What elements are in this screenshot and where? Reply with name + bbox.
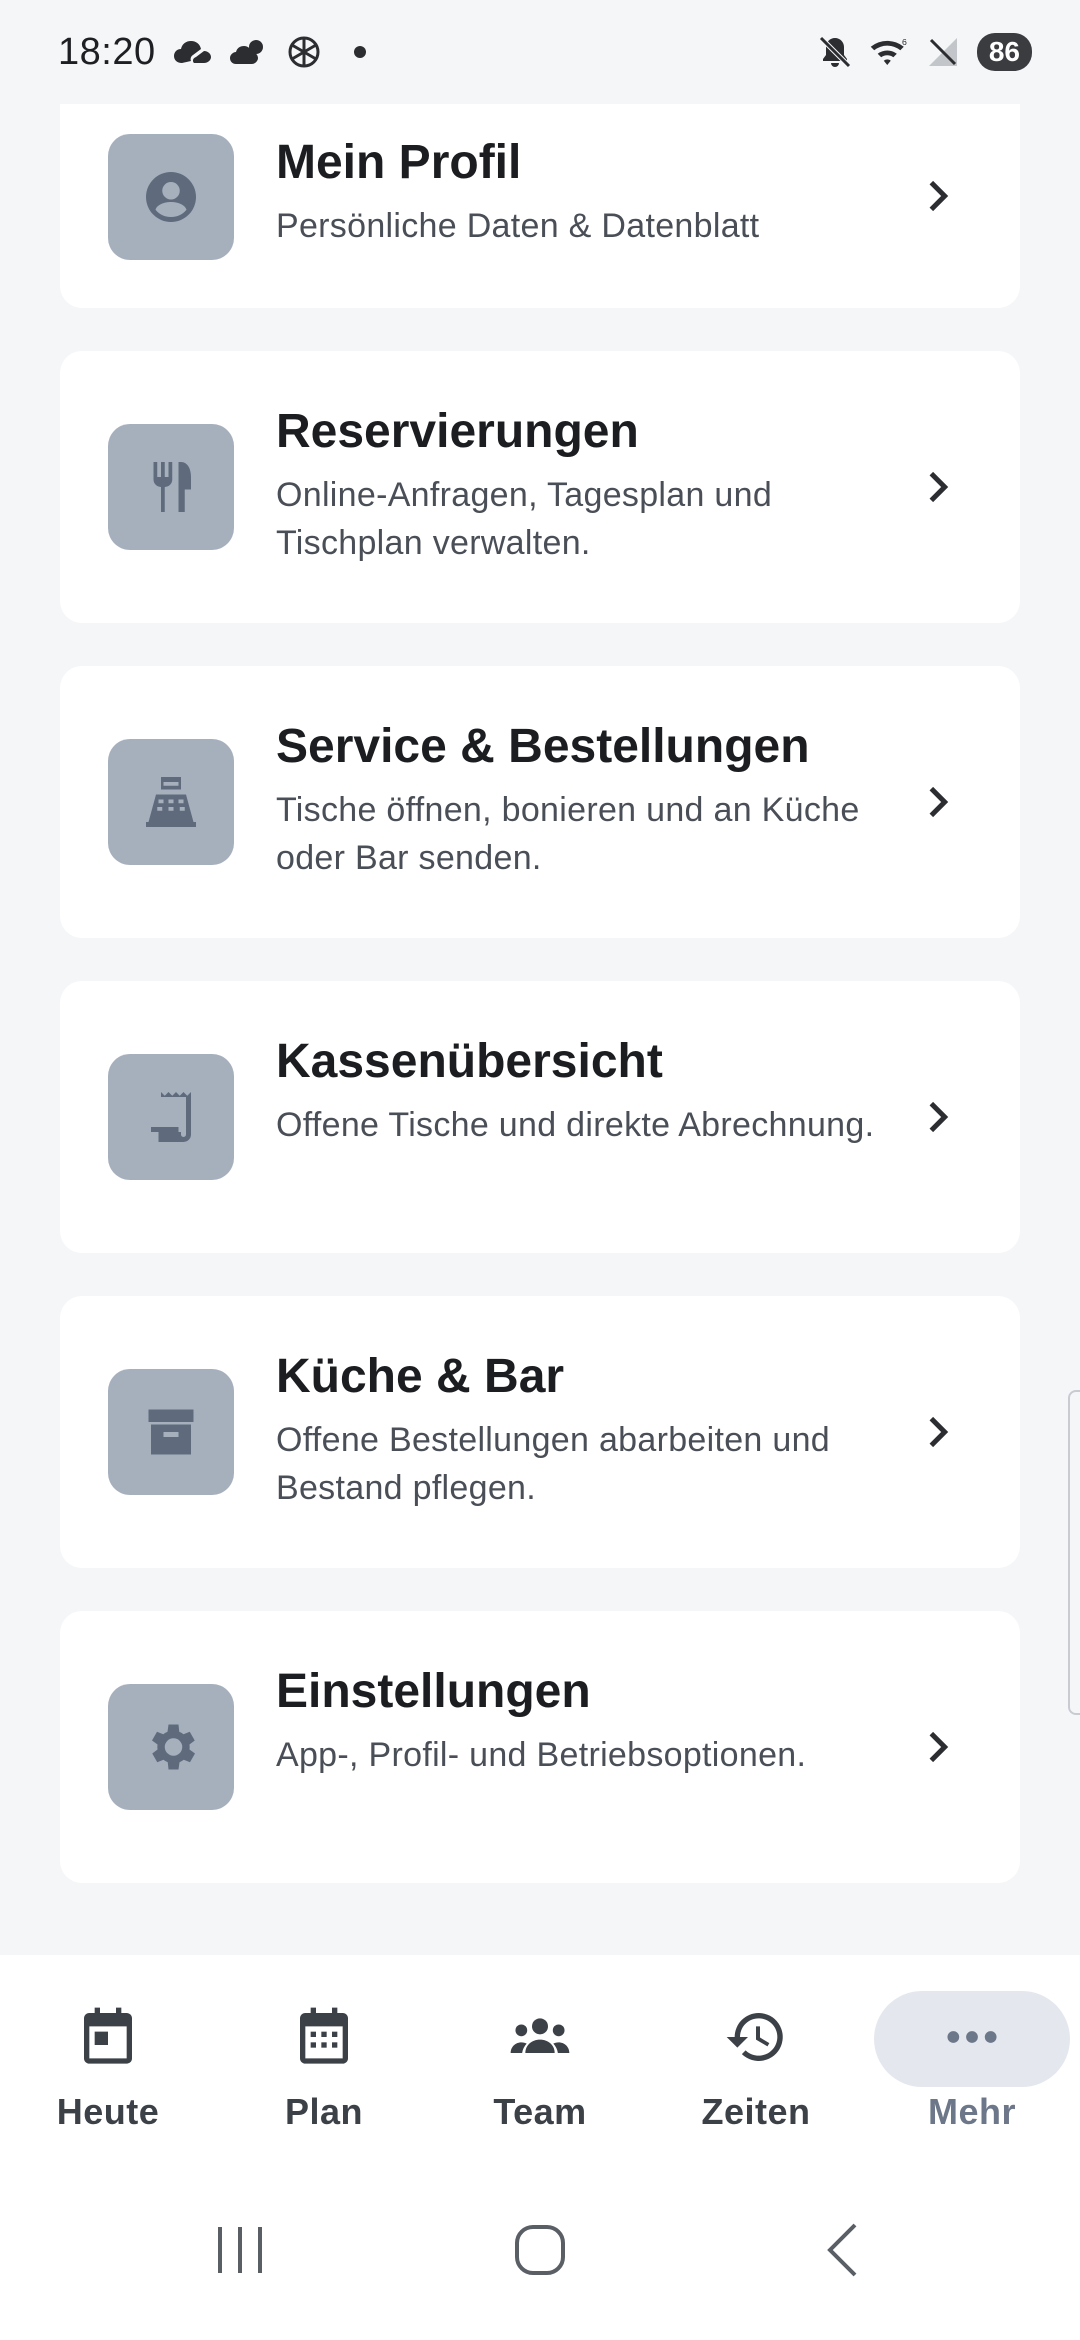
card-text: Mein Profil Persönliche Daten & Datenbla… <box>276 134 880 250</box>
menu-card-kitchen[interactable]: Küche & Bar Offene Bestellungen abarbeit… <box>60 1296 1020 1568</box>
register-icon <box>108 739 234 865</box>
nav-item-plan[interactable]: Plan <box>216 1955 432 2165</box>
status-left: 18:20 <box>58 31 366 74</box>
nav-item-mehr[interactable]: Mehr <box>864 1955 1080 2165</box>
nav-item-zeiten[interactable]: Zeiten <box>648 1955 864 2165</box>
system-navigation-bar <box>0 2165 1080 2340</box>
card-subtitle: App-, Profil- und Betriebsoptionen. <box>276 1736 807 1774</box>
menu-card-cashier[interactable]: Kassenübersicht Offene Tische und direkt… <box>60 981 1020 1253</box>
nav-label: Mehr <box>927 2091 1016 2132</box>
openai-icon <box>284 32 324 72</box>
status-bar: 18:20 6 86 <box>0 0 1080 104</box>
cloud-icon <box>172 32 212 72</box>
card-text: Reservierungen Online-Anfragen, Tagespla… <box>276 403 880 567</box>
card-title: Reservierungen <box>276 405 639 458</box>
home-icon[interactable] <box>505 2215 575 2285</box>
chevron-right-icon <box>929 180 949 212</box>
menu-card-service[interactable]: Service & Bestellungen Tische öffnen, bo… <box>60 666 1020 938</box>
card-subtitle: Offene Bestellungen abarbeiten und Besta… <box>276 1421 831 1507</box>
bottom-navigation: Heute Plan Team Zeiten Mehr <box>0 1955 1080 2165</box>
svg-text:6: 6 <box>902 37 907 47</box>
status-right: 6 86 <box>815 32 1032 72</box>
battery-indicator: 86 <box>976 33 1032 71</box>
dot-icon <box>353 46 366 58</box>
nav-label: Zeiten <box>701 2091 811 2132</box>
card-text: Einstellungen App-, Profil- und Betriebs… <box>276 1663 880 1779</box>
scrollbar[interactable] <box>1068 1390 1080 1715</box>
nav-item-team[interactable]: Team <box>432 1955 648 2165</box>
nav-label: Team <box>493 2091 587 2132</box>
calendar-month-icon <box>300 2007 348 2064</box>
card-title: Mein Profil <box>276 136 522 189</box>
nav-label: Plan <box>284 2091 364 2132</box>
archive-icon <box>108 1369 234 1495</box>
person-icon <box>108 134 234 260</box>
nav-item-heute[interactable]: Heute <box>0 1955 216 2165</box>
chevron-right-icon <box>929 786 949 818</box>
card-title: Service & Bestellungen <box>276 720 810 773</box>
card-subtitle: Tische öffnen, bonieren und an Küche ode… <box>276 791 860 877</box>
recent-apps-icon[interactable] <box>205 2215 275 2285</box>
calendar-today-icon <box>84 2007 132 2064</box>
group-icon <box>510 2018 570 2053</box>
menu-card-reservations[interactable]: Reservierungen Online-Anfragen, Tagespla… <box>60 351 1020 623</box>
chevron-right-icon <box>929 1101 949 1133</box>
chevron-right-icon <box>929 1731 949 1763</box>
card-subtitle: Persönliche Daten & Datenblatt <box>276 207 760 245</box>
gear-icon <box>108 1684 234 1810</box>
card-text: Küche & Bar Offene Bestellungen abarbeit… <box>276 1348 880 1512</box>
history-icon <box>726 2012 783 2061</box>
restaurant-icon <box>108 424 234 550</box>
receipt-icon <box>108 1054 234 1180</box>
weather-icon <box>228 32 268 72</box>
card-text: Kassenübersicht Offene Tische und direkt… <box>276 1033 880 1149</box>
more-horizontal-icon <box>947 2031 997 2043</box>
mute-icon <box>815 32 855 72</box>
chevron-right-icon <box>929 1416 949 1448</box>
menu-card-settings[interactable]: Einstellungen App-, Profil- und Betriebs… <box>60 1611 1020 1883</box>
card-subtitle: Offene Tische und direkte Abrechnung. <box>276 1106 875 1144</box>
card-subtitle: Online-Anfragen, Tagesplan und Tischplan… <box>276 476 773 562</box>
card-title: Küche & Bar <box>276 1350 565 1403</box>
card-title: Einstellungen <box>276 1665 591 1718</box>
card-title: Kassenübersicht <box>276 1035 663 1088</box>
back-icon[interactable] <box>810 2215 880 2285</box>
wifi-icon: 6 <box>869 32 909 72</box>
menu-card-profile[interactable]: Mein Profil Persönliche Daten & Datenbla… <box>60 104 1020 308</box>
card-text: Service & Bestellungen Tische öffnen, bo… <box>276 718 880 882</box>
status-time: 18:20 <box>58 30 156 73</box>
nav-label: Heute <box>56 2091 160 2132</box>
chevron-right-icon <box>929 471 949 503</box>
no-signal-icon <box>923 32 963 72</box>
